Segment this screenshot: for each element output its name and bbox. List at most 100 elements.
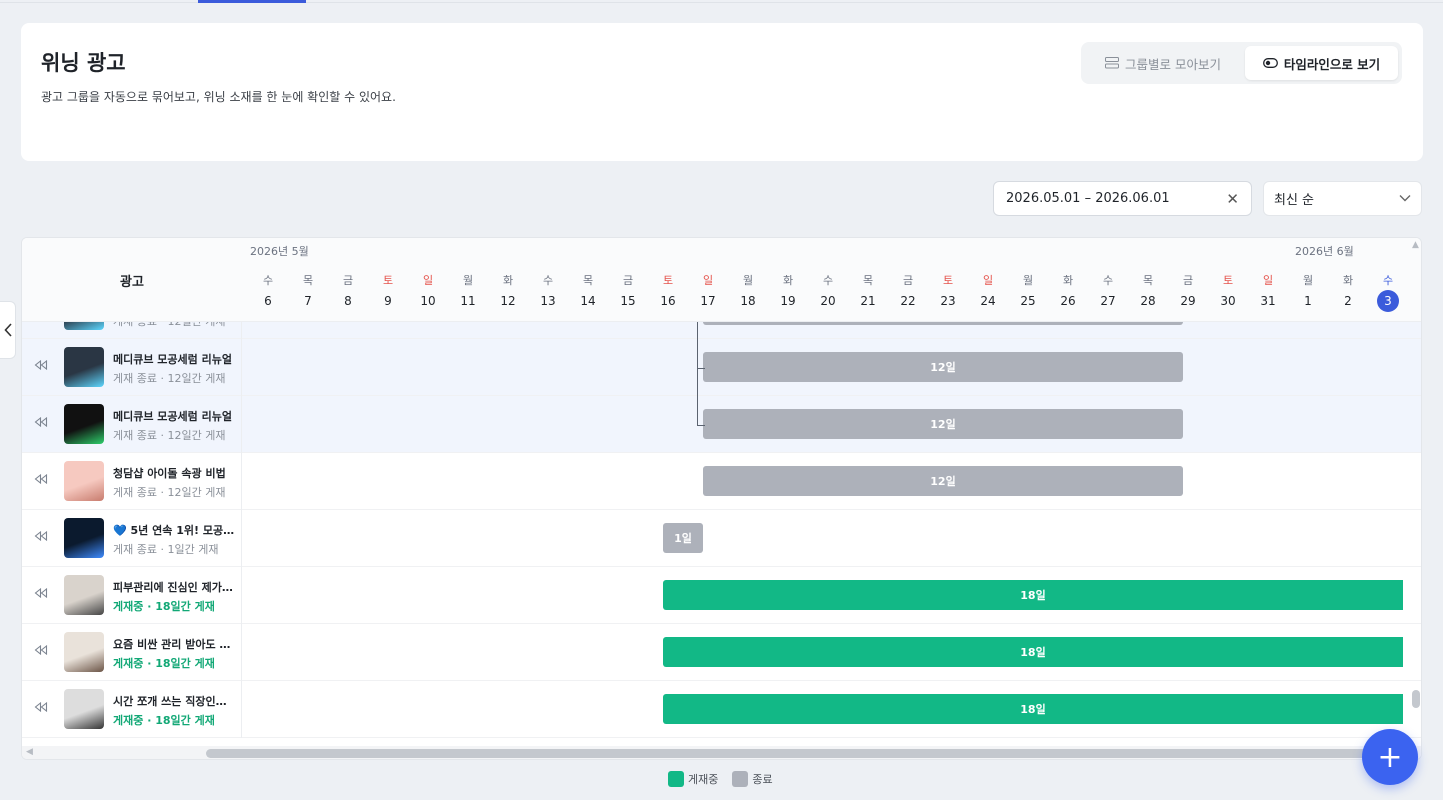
sidebar-collapse-button[interactable] bbox=[0, 301, 16, 359]
timeline-bar[interactable]: 12일 bbox=[703, 466, 1183, 496]
day-column: 화 12 bbox=[488, 274, 528, 312]
table-row[interactable]: 요즘 비싼 관리 받아도 “효과 게재중 · 18일간 게재 18일 bbox=[22, 624, 1421, 681]
scroll-up-icon[interactable]: ▲ bbox=[1412, 240, 1419, 250]
day-number: 7 bbox=[304, 294, 312, 308]
timeline-rows: 메디큐브 모공세럼 리뉴얼게재 종료 · 12일간 게재메디큐브 모공세럼 리뉴… bbox=[22, 322, 1421, 746]
day-column: 금 29 bbox=[1168, 274, 1208, 312]
day-weekday: 월 bbox=[742, 274, 754, 287]
day-weekday: 목 bbox=[862, 274, 874, 287]
timeline-bar[interactable] bbox=[703, 322, 1183, 325]
day-number: 17 bbox=[700, 294, 716, 308]
legend-item-ended: 종료 bbox=[732, 771, 773, 787]
day-number: 23 bbox=[940, 294, 956, 308]
ad-thumbnail[interactable] bbox=[64, 518, 104, 558]
active-nav-tab-indicator bbox=[198, 0, 306, 3]
month-label-may: 2026년 5월 bbox=[250, 245, 309, 258]
timeline-bar[interactable]: 18일 bbox=[663, 580, 1403, 610]
day-column: 토 16 bbox=[648, 274, 688, 312]
ad-thumbnail[interactable] bbox=[64, 632, 104, 672]
page-description: 광고 그룹을 자동으로 묶어보고, 위닝 소재를 한 눈에 확인할 수 있어요. bbox=[41, 90, 396, 104]
ad-status: 게재 종료 · 12일간 게재 bbox=[113, 486, 226, 499]
ad-title[interactable]: 💙 5년 연속 1위! 모공세럼 bbox=[113, 522, 235, 538]
timeline-bar[interactable]: 12일 bbox=[703, 352, 1183, 382]
vertical-scrollbar[interactable]: ▲ bbox=[1409, 238, 1421, 746]
horizontal-scrollbar[interactable]: ◀ bbox=[22, 746, 1421, 759]
rewind-icon[interactable] bbox=[34, 587, 50, 602]
table-row[interactable]: 메디큐브 모공세럼 리뉴얼게재 종료 · 12일간 게재 12일 bbox=[22, 396, 1421, 453]
table-row[interactable]: 메디큐브 모공세럼 리뉴얼 게재 종료 · 12일간 게재 12일 bbox=[22, 339, 1421, 396]
ad-status: 게재중 · 18일간 게재 bbox=[113, 714, 215, 727]
today-badge: 3 bbox=[1377, 290, 1399, 312]
ad-thumbnail[interactable] bbox=[64, 575, 104, 615]
day-weekday: 금 bbox=[902, 274, 914, 287]
day-number: 26 bbox=[1060, 294, 1076, 308]
ad-status: 게재 종료 · 12일간 게재 bbox=[113, 429, 226, 442]
day-weekday: 토 bbox=[382, 274, 394, 287]
ad-status: 게재중 · 18일간 게재 bbox=[113, 600, 215, 613]
day-column: 수6 bbox=[248, 274, 288, 312]
scroll-left-icon[interactable]: ◀ bbox=[26, 747, 33, 757]
day-column: 수 20 bbox=[808, 274, 848, 312]
day-column: 월1 bbox=[1288, 274, 1328, 312]
ad-thumbnail[interactable] bbox=[64, 347, 104, 387]
table-row[interactable]: 청담샵 아이돌 속광 비법게재 종료 · 12일간 게재 12일 bbox=[22, 453, 1421, 510]
view-timeline-button[interactable]: 타임라인으로 보기 bbox=[1244, 46, 1398, 80]
page-title: 위닝 광고 bbox=[41, 51, 126, 75]
day-weekday: 토 bbox=[1222, 274, 1234, 287]
ad-thumbnail[interactable] bbox=[64, 322, 104, 330]
rewind-icon[interactable] bbox=[34, 530, 50, 545]
timeline-bar[interactable]: 12일 bbox=[703, 409, 1183, 439]
sort-select[interactable]: 최신 순 bbox=[1263, 181, 1422, 216]
day-column: 금8 bbox=[328, 274, 368, 312]
plus-icon: + bbox=[1377, 739, 1403, 775]
day-number: 27 bbox=[1100, 294, 1116, 308]
chevron-left-icon bbox=[3, 323, 12, 337]
ad-column-header: 광고 bbox=[120, 274, 144, 290]
day-number: 18 bbox=[740, 294, 756, 308]
ad-title[interactable]: 피부관리에 진심인 제가 써본 bbox=[113, 579, 235, 595]
clear-date-icon[interactable]: ✕ bbox=[1226, 190, 1239, 208]
day-number: 2 bbox=[1344, 294, 1352, 308]
month-label-june: 2026년 6월 bbox=[1295, 245, 1354, 258]
ad-title[interactable]: 청담샵 아이돌 속광 비법 bbox=[113, 465, 235, 481]
timeline-grid: 광고 2026년 5월 2026년 6월 수 6 목 7 금 8 토 9 일 10 월 11 화 12 수 1… bbox=[21, 237, 1422, 760]
timeline-bar[interactable]: 1일 bbox=[663, 523, 703, 553]
ad-title[interactable]: 메디큐브 모공세럼 리뉴얼 bbox=[113, 351, 235, 367]
view-group-button[interactable]: 그룹별로 모아보기 bbox=[1085, 46, 1241, 80]
rewind-icon[interactable] bbox=[34, 473, 50, 488]
day-column: 목 14 bbox=[568, 274, 608, 312]
day-weekday: 금 bbox=[342, 274, 354, 287]
ad-thumbnail[interactable] bbox=[64, 461, 104, 501]
rewind-icon[interactable] bbox=[34, 644, 50, 659]
vertical-scroll-thumb[interactable] bbox=[1412, 690, 1420, 708]
day-number: 12 bbox=[500, 294, 516, 308]
table-row[interactable]: 💙 5년 연속 1위! 모공세럼 게재 종료 · 1일간 게재 1일 bbox=[22, 510, 1421, 567]
ad-title[interactable]: 요즘 비싼 관리 받아도 “효과 bbox=[113, 636, 235, 652]
ad-thumbnail[interactable] bbox=[64, 404, 104, 444]
rewind-icon[interactable] bbox=[34, 359, 50, 374]
table-row[interactable]: 피부관리에 진심인 제가 써본게재중 · 18일간 게재 18일 bbox=[22, 567, 1421, 624]
view-group-label: 그룹별로 모아보기 bbox=[1125, 56, 1221, 72]
date-range-picker[interactable]: 2026.05.01 – 2026.06.01 ✕ bbox=[993, 181, 1252, 216]
ad-title[interactable]: 시간 쪼개 쓰는 직장인이 추천 bbox=[113, 693, 235, 709]
timeline-bar[interactable]: 18일 bbox=[663, 694, 1403, 724]
table-row[interactable]: 메디큐브 모공세럼 리뉴얼게재 종료 · 12일간 게재 bbox=[22, 322, 1421, 339]
day-number: 9 bbox=[384, 294, 392, 308]
day-number: 11 bbox=[460, 294, 476, 308]
rewind-icon[interactable] bbox=[34, 701, 50, 716]
day-weekday: 월 bbox=[462, 274, 474, 287]
ad-info: 메디큐브 모공세럼 리뉴얼게재 종료 · 12일간 게재 bbox=[22, 322, 242, 339]
day-number: 25 bbox=[1020, 294, 1036, 308]
horizontal-scroll-thumb[interactable] bbox=[206, 749, 1396, 758]
day-weekday: 금 bbox=[622, 274, 634, 287]
rewind-icon[interactable] bbox=[34, 416, 50, 431]
timeline-bar[interactable]: 18일 bbox=[663, 637, 1403, 667]
ad-title[interactable]: 메디큐브 모공세럼 리뉴얼 bbox=[113, 408, 235, 424]
date-range-value: 2026.05.01 – 2026.06.01 bbox=[1006, 191, 1170, 206]
day-column: 일 24 bbox=[968, 274, 1008, 312]
ad-thumbnail[interactable] bbox=[64, 689, 104, 729]
day-column: 월 18 bbox=[728, 274, 768, 312]
table-row[interactable]: 시간 쪼개 쓰는 직장인이 추천게재중 · 18일간 게재 18일 bbox=[22, 681, 1421, 738]
add-fab-button[interactable]: + bbox=[1362, 729, 1418, 785]
day-weekday: 화 bbox=[502, 274, 514, 287]
